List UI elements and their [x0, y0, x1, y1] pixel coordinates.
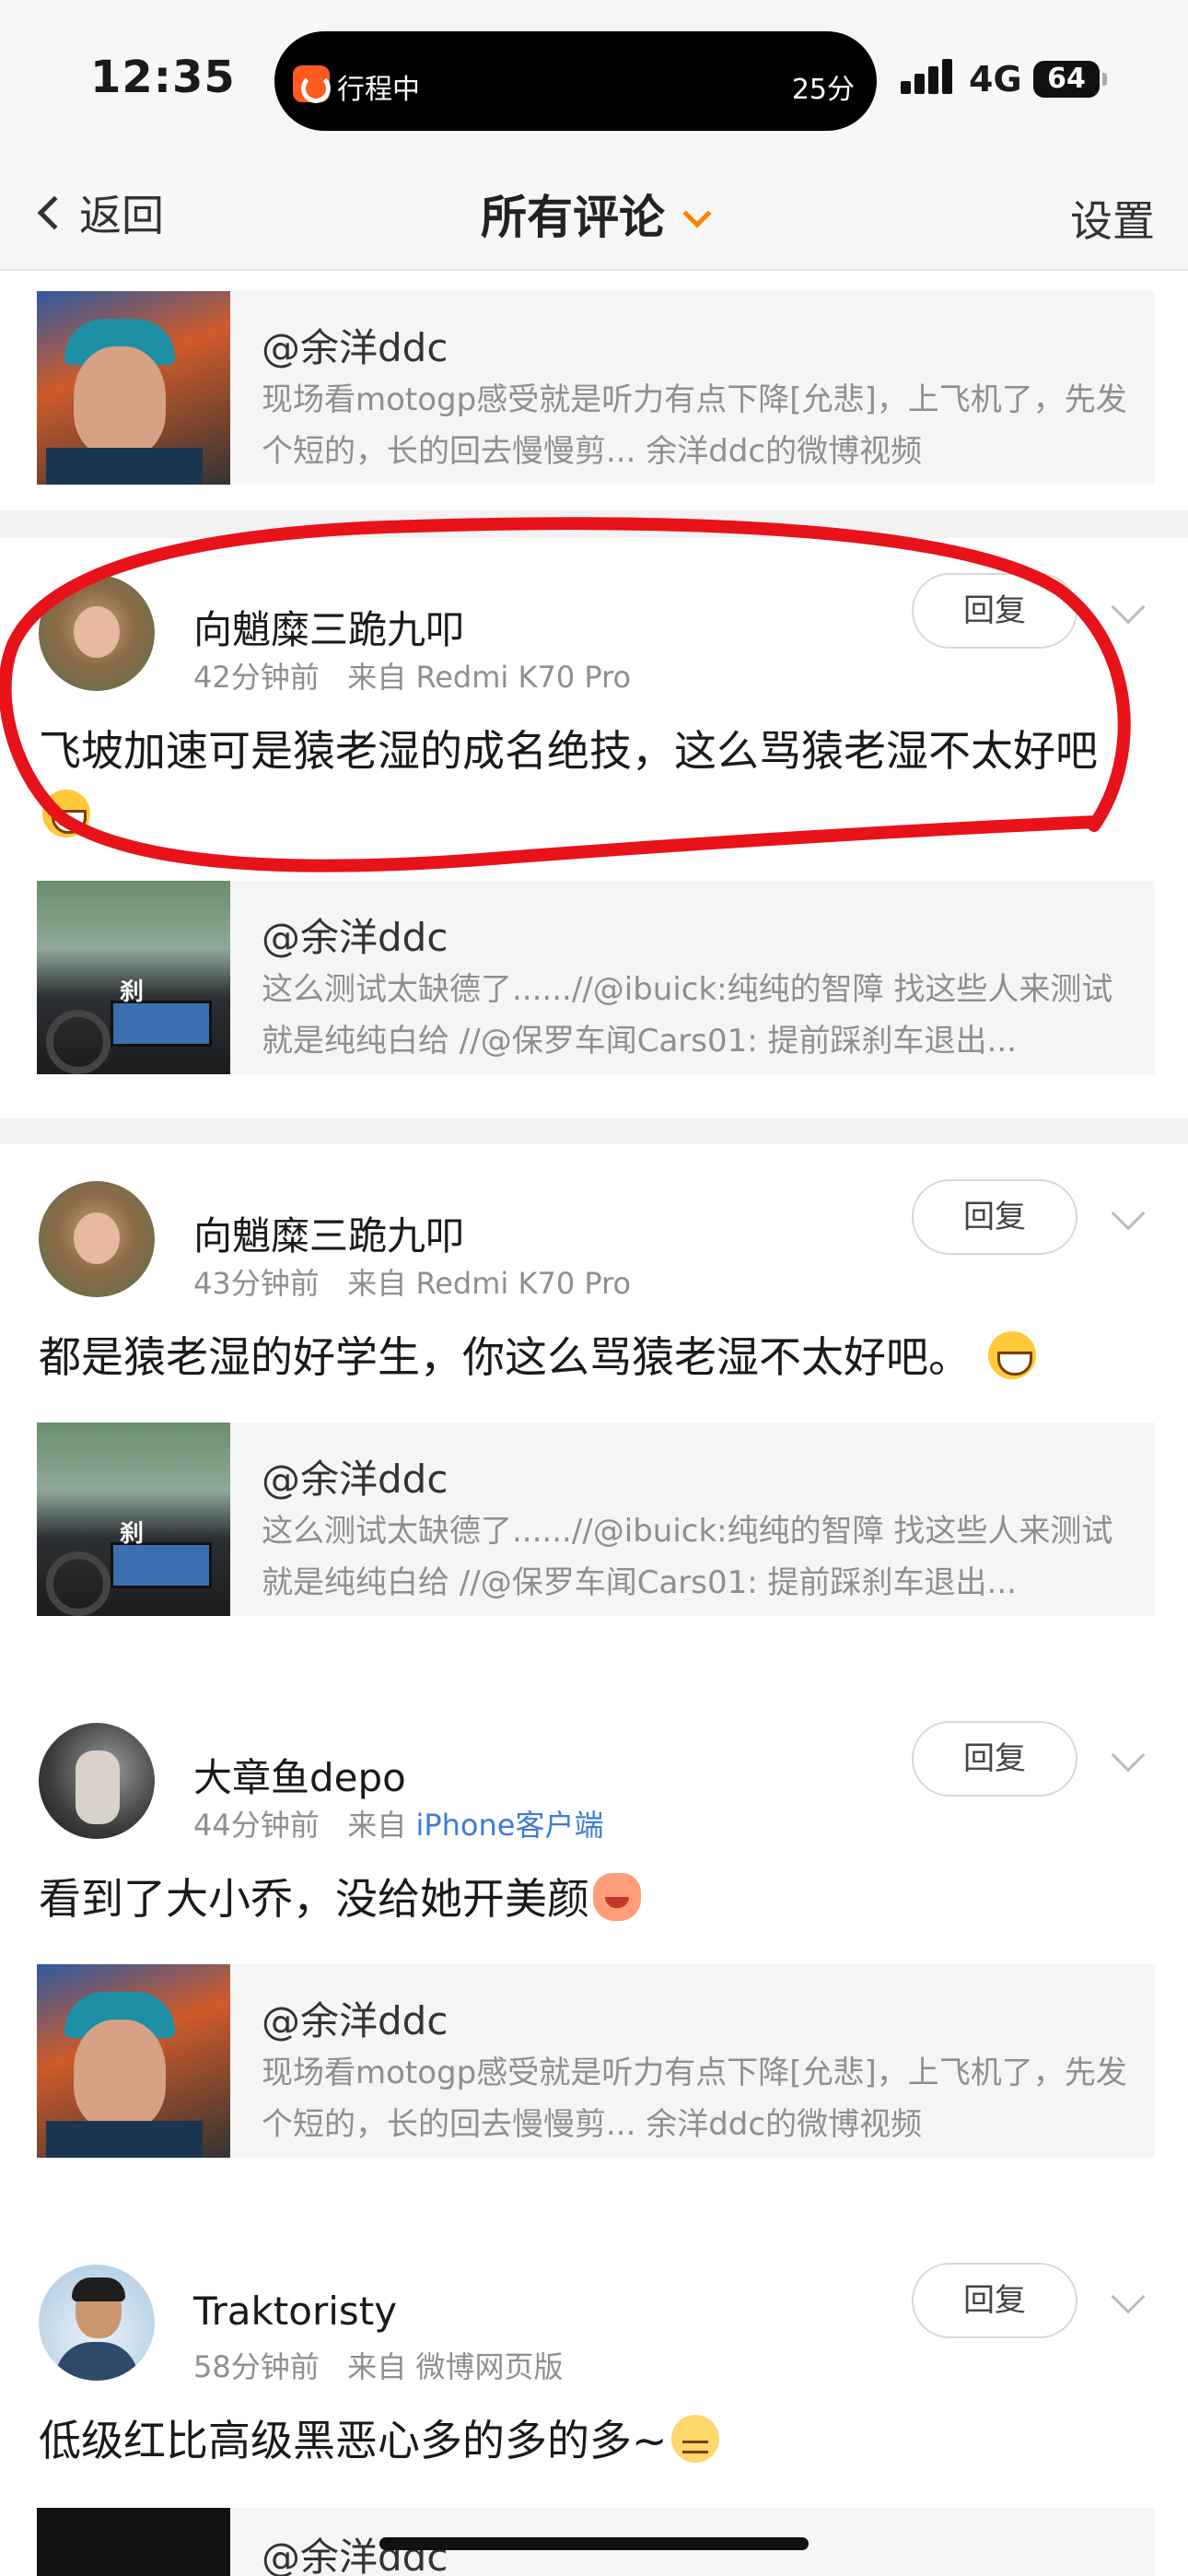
comment-source: Redmi K70 Pro	[415, 1266, 632, 1301]
comment-feed[interactable]: @余洋ddc 现场看motogp感受就是听力有点下降[允悲]，上飞机了，先发个短…	[0, 273, 1188, 2576]
comment-source-prefix: 来自	[347, 660, 407, 695]
settings-button[interactable]: 设置	[1070, 188, 1155, 249]
avatar[interactable]	[39, 575, 155, 691]
quoted-post-author: @余洋ddc	[262, 2535, 448, 2576]
quoted-post-author: @余洋ddc	[262, 1998, 448, 2043]
status-time: 12:35	[90, 52, 236, 103]
reply-button[interactable]: 回复	[912, 573, 1077, 649]
comment-source-prefix: 来自	[347, 1266, 407, 1301]
comment-meta: 58分钟前 来自 微博网页版	[193, 2344, 563, 2386]
quoted-post-text: 这么测试太缺德了......//@ibuick:纯纯的智障 找这些人来测试 就是…	[262, 971, 1113, 1060]
comment-text: 都是猿老湿的好学生，你这么骂猿老湿不太好吧。	[39, 1325, 1144, 1389]
comment-body: 低级红比高级黑恶心多的多的多~	[39, 2416, 668, 2465]
video-thumbnail	[37, 2508, 230, 2576]
comment-username[interactable]: Traktoristy	[193, 2289, 397, 2334]
comment-meta: 43分钟前 来自 Redmi K70 Pro	[193, 1260, 631, 1303]
quoted-post-text: 现场看motogp感受就是听力有点下降[允悲]，上飞机了，先发个短的，长的回去慢…	[262, 2055, 1127, 2143]
quoted-post[interactable]: 刹 @余洋ddc 这么测试太缺德了......//@ibuick:纯纯的智障 找…	[37, 881, 1155, 1074]
home-indicator[interactable]	[379, 2537, 809, 2550]
grin-emoji-icon	[987, 1331, 1036, 1379]
page-title: 所有评论	[481, 191, 665, 244]
lip-bite-emoji-icon	[670, 2415, 719, 2463]
avatar[interactable]	[39, 1723, 155, 1839]
comment-card: 向魈糜三跪九叩 42分钟前 来自 Redmi K70 Pro 回复 飞坡加速可是…	[0, 538, 1188, 1118]
comment-text: 飞坡加速可是猿老湿的成名绝技，这么骂猿老湿不太好吧	[39, 719, 1144, 848]
video-thumbnail	[37, 1964, 230, 2158]
chevron-down-icon[interactable]	[1111, 590, 1146, 625]
chevron-down-icon[interactable]	[1111, 1196, 1146, 1231]
video-thumbnail: 刹	[37, 1423, 230, 1616]
comment-card: Traktoristy 58分钟前 来自 微博网页版 回复 低级红比高级黑恶心多…	[0, 2228, 1188, 2576]
comment-body: 都是猿老湿的好学生，你这么骂猿老湿不太好吧。	[39, 1332, 971, 1382]
quoted-post-author: @余洋ddc	[262, 915, 448, 960]
battery-level: 64	[1047, 63, 1086, 95]
grin-emoji-icon	[42, 790, 90, 837]
comment-time: 58分钟前	[193, 2349, 320, 2384]
video-thumbnail	[37, 291, 230, 485]
trip-status-label: 行程中	[337, 74, 420, 106]
comment-source-prefix: 来自	[347, 1808, 407, 1843]
comment-card: 向魈糜三跪九叩 43分钟前 来自 Redmi K70 Pro 回复 都是猿老湿的…	[0, 1144, 1188, 1712]
comment-username[interactable]: 向魈糜三跪九叩	[193, 1205, 464, 1261]
quoted-post-author: @余洋ddc	[262, 1457, 448, 1502]
comment-card: @余洋ddc 现场看motogp感受就是听力有点下降[允悲]，上飞机了，先发个短…	[0, 273, 1188, 510]
quoted-post[interactable]: 刹 @余洋ddc 这么测试太缺德了......//@ibuick:纯纯的智障 找…	[37, 1423, 1155, 1616]
comment-meta: 42分钟前 来自 Redmi K70 Pro	[193, 654, 631, 697]
quoted-post-text: 现场看motogp感受就是听力有点下降[允悲]，上飞机了，先发个短的，长的回去慢…	[262, 381, 1127, 470]
quoted-post[interactable]: @余洋ddc 现场看motogp感受就是听力有点下降[允悲]，上飞机了，先发个短…	[37, 1964, 1155, 2158]
comment-body: 飞坡加速可是猿老湿的成名绝技，这么骂猿老湿不太好吧	[39, 726, 1098, 776]
chevron-down-icon[interactable]	[1111, 1738, 1146, 1773]
avatar[interactable]	[39, 1181, 155, 1297]
quoted-post-text: 这么测试太缺德了......//@ibuick:纯纯的智障 找这些人来测试 就是…	[262, 1513, 1113, 1601]
comment-username[interactable]: 向魈糜三跪九叩	[193, 599, 464, 655]
comment-card: 大章鱼depo 44分钟前 来自 iPhone客户端 回复 看到了大小乔，没给她…	[0, 1686, 1188, 2254]
status-bar: 12:35 行程中 25分 4G 64	[0, 0, 1188, 157]
ride-app-icon	[293, 65, 331, 103]
reply-button[interactable]: 回复	[912, 2263, 1077, 2338]
navigation-bar: 返回 所有评论 设置	[0, 157, 1188, 271]
network-type: 4G	[969, 59, 1022, 100]
reply-button[interactable]: 回复	[912, 1179, 1077, 1255]
chevron-down-icon[interactable]	[1111, 2279, 1146, 2314]
comment-time: 44分钟前	[193, 1808, 320, 1843]
comment-body: 看到了大小乔，没给她开美颜	[39, 1874, 589, 1924]
avatar[interactable]	[39, 2265, 155, 2381]
comment-filter-dropdown[interactable]: 所有评论	[0, 181, 1188, 247]
comment-username[interactable]: 大章鱼depo	[193, 1747, 406, 1803]
chevron-down-icon	[682, 199, 712, 228]
comment-source-link[interactable]: iPhone客户端	[415, 1808, 603, 1843]
comment-time: 42分钟前	[193, 660, 320, 695]
pink-face-emoji-icon	[593, 1873, 641, 1921]
comment-source: 微博网页版	[415, 2349, 564, 2384]
quoted-post[interactable]: @余洋ddc 现场看motogp感受就是听力有点下降[允悲]，上飞机了，先发个短…	[37, 291, 1155, 485]
video-thumbnail: 刹	[37, 881, 230, 1074]
dynamic-island-live-activity[interactable]: 行程中 25分	[274, 31, 877, 131]
comment-text: 低级红比高级黑恶心多的多的多~	[39, 2408, 1144, 2473]
trip-eta: 25分	[791, 74, 855, 106]
comment-time: 43分钟前	[193, 1266, 320, 1301]
signal-strength-icon	[901, 57, 956, 94]
battery-icon: 64	[1033, 61, 1107, 98]
quoted-post-author: @余洋ddc	[262, 325, 448, 370]
comment-text: 看到了大小乔，没给她开美颜	[39, 1867, 1144, 1931]
comment-source-prefix: 来自	[347, 2349, 407, 2384]
comment-meta: 44分钟前 来自 iPhone客户端	[193, 1802, 603, 1844]
reply-button[interactable]: 回复	[912, 1721, 1077, 1797]
comment-source: Redmi K70 Pro	[415, 660, 632, 695]
